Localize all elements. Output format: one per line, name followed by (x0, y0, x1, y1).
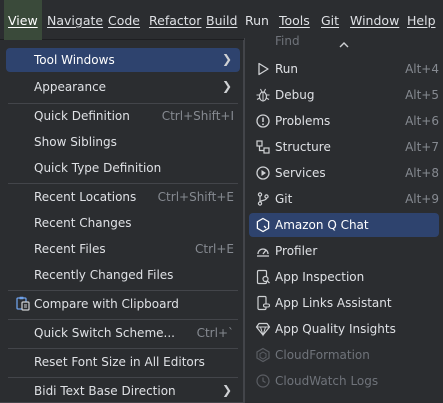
shortcut-label: Ctrl+E (195, 242, 234, 256)
app-links-icon (257, 295, 271, 311)
menu-build[interactable]: Build (206, 13, 237, 28)
cloudwatch-icon (256, 374, 270, 388)
shortcut-label: Alt+4 (405, 62, 439, 76)
menu-item-label: Quick Type Definition (34, 161, 162, 175)
menu-help[interactable]: Help (407, 13, 436, 28)
menu-item-cloudwatch-logs[interactable]: CloudWatch Logs (249, 369, 439, 393)
menu-item-services[interactable]: Services Alt+8 (249, 161, 439, 185)
menu-item-label: Recent Locations (34, 190, 137, 204)
menu-item-label: CloudWatch Logs (275, 374, 379, 388)
menu-item-label: Debug (275, 88, 315, 102)
chevron-right-icon: ❯ (221, 383, 232, 397)
shortcut-label: Ctrl+Shift+E (157, 190, 234, 204)
menu-separator (8, 290, 238, 291)
menu-item-quick-type-definition[interactable]: Quick Type Definition (6, 156, 240, 180)
menu-item-run[interactable]: Run Alt+4 (249, 57, 439, 81)
menu-item-label: App Inspection (275, 270, 365, 284)
shortcut-label: Alt+6 (405, 114, 439, 128)
menu-view[interactable]: View (4, 0, 42, 40)
menu-item-label: Problems (275, 114, 331, 128)
menu-item-label: Compare with Clipboard (34, 297, 179, 311)
chevron-right-icon: ❯ (221, 52, 232, 66)
menu-tools[interactable]: Tools (279, 13, 310, 28)
run-icon (258, 62, 269, 76)
menu-item-recent-files[interactable]: Recent Files Ctrl+E (6, 237, 240, 261)
menu-run[interactable]: Run (245, 13, 269, 28)
shortcut-label: Alt+8 (405, 166, 439, 180)
amazon-q-icon (256, 217, 270, 233)
menu-item-appearance[interactable]: Appearance ❯ (6, 75, 240, 99)
view-menu-popup: Tool Windows ❯ Appearance ❯ Quick Defini… (0, 40, 244, 403)
menu-refactor[interactable]: Refactor (149, 13, 201, 28)
structure-icon (256, 140, 270, 154)
shortcut-label: Alt+9 (405, 192, 439, 206)
shortcut-label: Ctrl+` (196, 326, 234, 340)
menu-item-label: Reset Font Size in All Editors (34, 355, 205, 369)
menu-item-structure[interactable]: Structure Alt+7 (249, 135, 439, 159)
cloudformation-icon (256, 347, 270, 363)
menu-item-label: App Quality Insights (275, 322, 396, 336)
menu-item-app-links-assistant[interactable]: App Links Assistant (249, 291, 439, 315)
shortcut-label: Alt+7 (405, 140, 439, 154)
chevron-right-icon: ❯ (221, 79, 232, 93)
menu-window[interactable]: Window (350, 13, 399, 28)
menu-item-label: Profiler (275, 244, 318, 258)
menu-item-label: Recent Changes (34, 216, 132, 230)
menu-item-label: Tool Windows (34, 53, 115, 67)
menu-item-quick-definition[interactable]: Quick Definition Ctrl+Shift+I (6, 104, 240, 128)
menu-item-profiler[interactable]: Profiler (249, 239, 439, 263)
menu-item-recent-changes[interactable]: Recent Changes (6, 211, 240, 235)
menu-code[interactable]: Code (108, 13, 140, 28)
menu-item-label: Appearance (34, 80, 107, 94)
app-inspection-icon (256, 269, 270, 285)
menu-item-amazon-q-chat[interactable]: Amazon Q Chat (249, 213, 439, 237)
debug-icon (256, 88, 270, 102)
shortcut-label: Alt+5 (405, 88, 439, 102)
menu-navigate[interactable]: Navigate (47, 13, 103, 28)
services-icon (256, 166, 270, 180)
menu-item-label: Show Siblings (34, 135, 117, 149)
menu-item-label: Quick Definition (34, 109, 130, 123)
menu-item-label: Services (275, 166, 326, 180)
menu-item-label: Run (275, 62, 299, 76)
menu-item-app-quality-insights[interactable]: App Quality Insights (249, 317, 439, 341)
menu-item-label: App Links Assistant (275, 296, 392, 310)
menu-item-bidi-text-direction[interactable]: Bidi Text Base Direction ❯ (6, 379, 240, 403)
scroll-up-icon[interactable] (337, 40, 351, 50)
menu-item-label: Amazon Q Chat (275, 218, 369, 232)
menu-item-recent-locations[interactable]: Recent Locations Ctrl+Shift+E (6, 185, 240, 209)
menu-item-debug[interactable]: Debug Alt+5 (249, 83, 439, 107)
menu-item-show-siblings[interactable]: Show Siblings (6, 130, 240, 154)
menu-item-label: Git (275, 192, 293, 206)
menu-separator (8, 183, 238, 184)
menu-item-label: Quick Switch Scheme... (34, 326, 175, 340)
cut-off-menu-item: Find (275, 34, 300, 48)
menu-item-app-inspection[interactable]: App Inspection (249, 265, 439, 289)
menu-item-cloudformation[interactable]: CloudFormation (249, 343, 439, 367)
menu-item-problems[interactable]: Problems Alt+6 (249, 109, 439, 133)
menu-item-compare-with-clipboard[interactable]: Compare with Clipboard (6, 292, 240, 316)
menu-separator (8, 377, 238, 378)
menu-separator (8, 348, 238, 349)
menu-item-label: Bidi Text Base Direction (34, 384, 176, 398)
git-icon (257, 192, 269, 206)
menu-item-label: Structure (275, 140, 331, 154)
menu-item-quick-switch-scheme[interactable]: Quick Switch Scheme... Ctrl+` (6, 321, 240, 345)
problems-icon (256, 114, 270, 128)
shortcut-label: Ctrl+Shift+I (161, 109, 234, 123)
app-quality-icon (255, 322, 271, 337)
clipboard-compare-icon (16, 296, 30, 311)
menu-item-reset-font-size[interactable]: Reset Font Size in All Editors (6, 350, 240, 374)
menu-separator (8, 319, 238, 320)
tool-windows-submenu: Find Run Alt+4 Debug Alt+5 Problems Alt+… (244, 34, 443, 403)
menu-item-label: Recent Files (34, 242, 106, 256)
menu-item-tool-windows[interactable]: Tool Windows ❯ (6, 48, 240, 72)
menu-git[interactable]: Git (321, 13, 339, 28)
menu-bar: View Navigate Code Refactor Build Run To… (0, 0, 443, 40)
profiler-icon (257, 248, 269, 257)
menu-item-label: Recently Changed Files (34, 268, 174, 282)
menu-item-label: CloudFormation (275, 348, 370, 362)
menu-item-recently-changed-files[interactable]: Recently Changed Files (6, 263, 240, 287)
menu-item-git[interactable]: Git Alt+9 (249, 187, 439, 211)
